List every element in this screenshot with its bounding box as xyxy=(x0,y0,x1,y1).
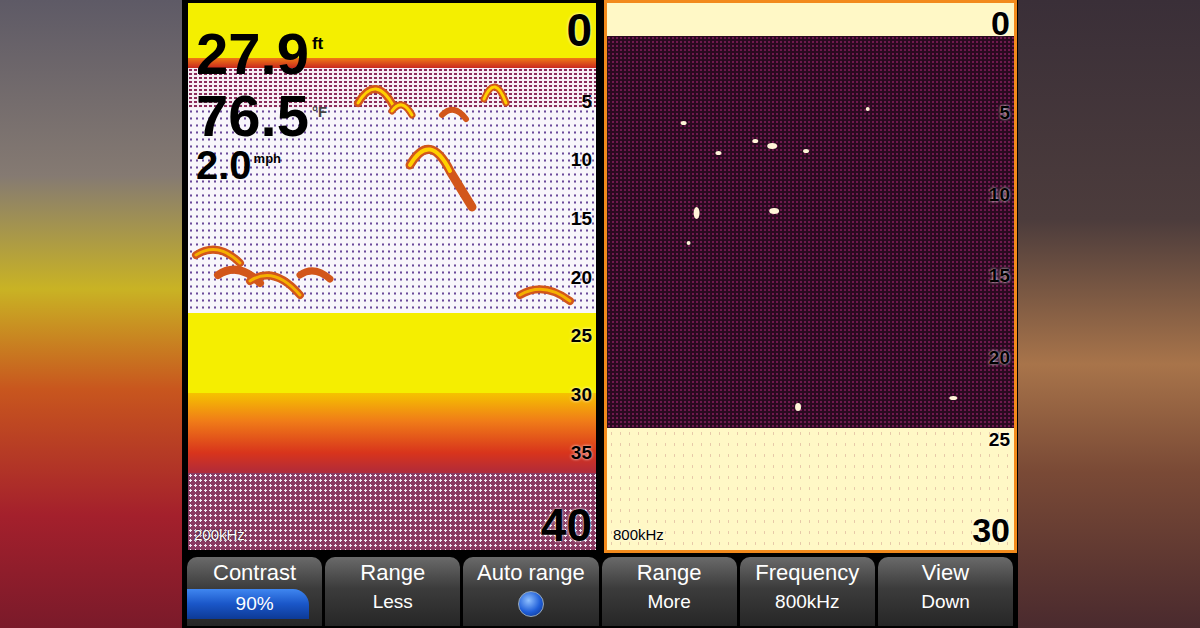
display-area: 27.9 ft 76.5 °F 2.0 mph 0 5 10 15 20 25 30 35 40… xyxy=(182,0,1018,553)
softkey-value: 800kHz xyxy=(775,590,839,614)
softkey-value: Less xyxy=(373,590,413,614)
sonar-panel-800khz[interactable]: 0 5 10 15 20 25 30 800kHz xyxy=(604,0,1017,553)
fish-arches-icon xyxy=(188,3,596,550)
backdrop-left xyxy=(0,0,182,628)
backdrop-right xyxy=(1018,0,1200,628)
softkey-button[interactable]: Frequency 800kHz xyxy=(740,557,875,626)
depth-tick: 20 xyxy=(989,348,1010,368)
softkey-value: 90% xyxy=(236,593,274,615)
temperature-reading: 76.5 xyxy=(196,87,309,145)
depth-tick: 25 xyxy=(571,326,592,346)
depth-tick: 35 xyxy=(571,443,592,463)
depth-tick: 10 xyxy=(989,185,1010,205)
softkey-button[interactable]: Range More xyxy=(602,557,737,626)
depth-scale: 0 5 10 15 20 25 30 xyxy=(972,5,1010,548)
contrast-track[interactable]: 90% xyxy=(187,589,322,619)
page: 27.9 ft 76.5 °F 2.0 mph 0 5 10 15 20 25 30 35 40… xyxy=(0,0,1200,628)
softkey-bar: Contrast 90% Range Less Auto range Range More F… xyxy=(182,553,1018,628)
softkey-button[interactable]: View Down xyxy=(878,557,1013,626)
depth-unit: ft xyxy=(312,31,323,57)
softkey-label: Range xyxy=(360,560,425,586)
softkey-label: Frequency xyxy=(755,560,859,586)
speed-unit: mph xyxy=(254,149,281,169)
softkey-button[interactable]: Auto range xyxy=(463,557,598,626)
auto-range-toggle[interactable] xyxy=(518,591,544,617)
fish-returns-icon xyxy=(607,3,1014,550)
depth-tick: 30 xyxy=(972,512,1010,548)
softkey-label: Range xyxy=(637,560,702,586)
depth-tick: 0 xyxy=(566,7,592,53)
softkey-value: More xyxy=(647,590,690,614)
depth-tick: 30 xyxy=(571,385,592,405)
depth-tick: 5 xyxy=(581,92,592,112)
softkey-button[interactable]: Range Less xyxy=(325,557,460,626)
depth-tick: 40 xyxy=(541,502,592,548)
frequency-label: 200kHz xyxy=(194,524,245,547)
softkey-label: Auto range xyxy=(477,560,585,586)
depth-tick: 15 xyxy=(571,209,592,229)
sonar-screen: 27.9 ft 76.5 °F 2.0 mph 0 5 10 15 20 25 30 35 40… xyxy=(182,0,1018,628)
depth-tick: 25 xyxy=(989,430,1010,450)
frequency-label: 800kHz xyxy=(613,524,664,547)
softkey-label: View xyxy=(922,560,969,586)
depth-tick: 5 xyxy=(999,103,1010,123)
speed-reading: 2.0 xyxy=(196,145,252,185)
softkey-value: Down xyxy=(921,590,970,614)
depth-tick: 10 xyxy=(571,150,592,170)
temperature-unit: °F xyxy=(312,101,327,124)
depth-tick: 20 xyxy=(571,268,592,288)
softkey-button[interactable]: Contrast 90% xyxy=(187,557,322,626)
softkey-label: Contrast xyxy=(213,560,296,586)
sonar-panel-200khz[interactable]: 27.9 ft 76.5 °F 2.0 mph 0 5 10 15 20 25 30 35 40… xyxy=(185,0,599,553)
depth-reading: 27.9 xyxy=(196,25,309,83)
depth-tick: 0 xyxy=(991,5,1010,41)
readouts: 27.9 ft 76.5 °F 2.0 mph xyxy=(196,25,327,185)
depth-tick: 15 xyxy=(989,266,1010,286)
depth-scale: 0 5 10 15 20 25 30 35 40 xyxy=(541,7,592,548)
